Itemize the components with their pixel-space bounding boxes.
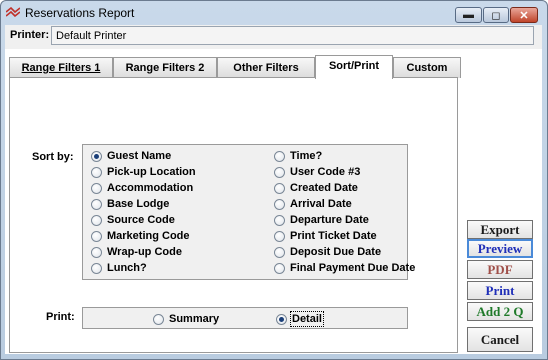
- option-label: Wrap-up Code: [107, 246, 182, 258]
- radio-icon: [91, 262, 102, 274]
- sort-by-label: Sort by:: [32, 151, 74, 163]
- maximize-button[interactable]: ◻: [483, 7, 509, 23]
- radio-selected-icon: [91, 150, 102, 162]
- option-label: Print Ticket Date: [290, 230, 377, 242]
- add-to-queue-button[interactable]: Add 2 Q: [467, 302, 533, 321]
- option-label: Final Payment Due Date: [290, 262, 416, 274]
- sort-option-arrival-date[interactable]: Arrival Date: [274, 196, 352, 212]
- radio-icon: [91, 198, 102, 210]
- sort-option-marketing-code[interactable]: Marketing Code: [91, 228, 190, 244]
- title-bar: Reservations Report ▬ ◻ ✕: [1, 1, 547, 25]
- export-button[interactable]: Export: [467, 220, 533, 239]
- close-icon: ✕: [519, 9, 529, 22]
- tab-sort-print[interactable]: Sort/Print: [315, 55, 393, 79]
- option-label: User Code #3: [290, 166, 361, 178]
- sort-option-departure-date[interactable]: Departure Date: [274, 212, 369, 228]
- maximize-icon: ◻: [491, 9, 501, 22]
- radio-icon: [91, 246, 102, 258]
- option-label: Departure Date: [290, 214, 369, 226]
- tab-label: Range Filters 1: [21, 62, 101, 74]
- print-option-summary[interactable]: Summary: [153, 311, 219, 327]
- radio-icon: [274, 230, 285, 242]
- radio-selected-icon: [276, 313, 287, 325]
- printer-label: Printer:: [10, 29, 50, 41]
- print-label: Print:: [46, 311, 75, 323]
- tab-label: Custom: [406, 62, 448, 74]
- minimize-button[interactable]: ▬: [455, 7, 482, 23]
- tab-strip: Range Filters 1 Range Filters 2 Other Fi…: [9, 55, 469, 79]
- sort-option-source-code[interactable]: Source Code: [91, 212, 175, 228]
- tab-label: Other Filters: [233, 62, 299, 74]
- option-label: Summary: [169, 313, 220, 325]
- option-label: Created Date: [290, 182, 358, 194]
- sort-option-time[interactable]: Time?: [274, 148, 322, 164]
- radio-icon: [153, 313, 164, 325]
- sort-option-wrapup-code[interactable]: Wrap-up Code: [91, 244, 182, 260]
- sort-by-group: Guest Name Pick-up Location Accommodatio…: [82, 144, 415, 280]
- sort-option-user-code-3[interactable]: User Code #3: [274, 164, 360, 180]
- print-option-detail[interactable]: Detail: [276, 311, 324, 327]
- radio-icon: [91, 214, 102, 226]
- report-window: Reservations Report ▬ ◻ ✕ Printer: Defau…: [0, 0, 548, 360]
- tab-range-filters-1[interactable]: Range Filters 1: [9, 57, 113, 78]
- sort-option-pickup-location[interactable]: Pick-up Location: [91, 164, 196, 180]
- radio-icon: [91, 230, 102, 242]
- tab-label: Range Filters 2: [125, 62, 205, 74]
- window-title: Reservations Report: [25, 6, 135, 20]
- option-label: Pick-up Location: [107, 166, 196, 178]
- pdf-button[interactable]: PDF: [467, 260, 533, 279]
- option-label: Marketing Code: [107, 230, 190, 242]
- radio-icon: [274, 246, 285, 258]
- option-label: Lunch?: [107, 262, 147, 274]
- sort-option-lunch[interactable]: Lunch?: [91, 260, 147, 276]
- radio-icon: [274, 198, 285, 210]
- option-label: Detail: [290, 311, 324, 327]
- print-mode-group: Summary Detail: [82, 307, 408, 329]
- tab-custom[interactable]: Custom: [393, 57, 461, 78]
- app-icon: [6, 7, 20, 17]
- sort-option-accommodation[interactable]: Accommodation: [91, 180, 193, 196]
- option-label: Guest Name: [107, 150, 172, 162]
- minimize-icon: ▬: [463, 9, 474, 21]
- print-button[interactable]: Print: [467, 281, 533, 300]
- sort-option-base-lodge[interactable]: Base Lodge: [91, 196, 169, 212]
- option-label: Accommodation: [107, 182, 194, 194]
- sort-option-created-date[interactable]: Created Date: [274, 180, 358, 196]
- option-label: Time?: [290, 150, 323, 162]
- radio-icon: [274, 214, 285, 226]
- radio-icon: [274, 182, 285, 194]
- sort-option-final-payment-due-date[interactable]: Final Payment Due Date: [274, 260, 415, 276]
- client-area: Printer: Default Printer Range Filters 1…: [5, 25, 542, 354]
- radio-icon: [274, 262, 285, 274]
- radio-icon: [91, 182, 102, 194]
- option-label: Arrival Date: [290, 198, 352, 210]
- option-label: Base Lodge: [107, 198, 170, 210]
- close-button[interactable]: ✕: [510, 7, 538, 23]
- radio-icon: [274, 166, 285, 178]
- preview-button[interactable]: Preview: [467, 239, 533, 258]
- sort-option-print-ticket-date[interactable]: Print Ticket Date: [274, 228, 377, 244]
- sort-option-guest-name[interactable]: Guest Name: [91, 148, 171, 164]
- printer-field[interactable]: Default Printer: [51, 26, 534, 45]
- tab-range-filters-2[interactable]: Range Filters 2: [113, 57, 217, 78]
- option-label: Source Code: [107, 214, 175, 226]
- tab-other-filters[interactable]: Other Filters: [217, 57, 315, 78]
- tab-panel: Sort by: Guest Name Pick-up Location Acc…: [9, 77, 458, 353]
- printer-row: Printer: Default Printer: [5, 25, 542, 49]
- option-label: Deposit Due Date: [290, 246, 382, 258]
- cancel-button[interactable]: Cancel: [467, 327, 533, 352]
- radio-icon: [91, 166, 102, 178]
- tab-label: Sort/Print: [328, 60, 380, 72]
- radio-icon: [274, 150, 285, 162]
- sort-option-deposit-due-date[interactable]: Deposit Due Date: [274, 244, 381, 260]
